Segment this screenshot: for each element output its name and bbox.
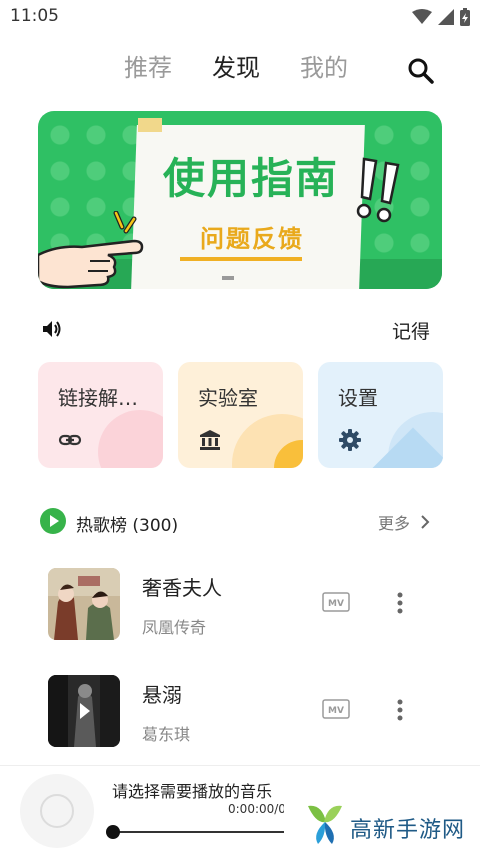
player-time: 0:00:00/0:00:00 <box>228 802 284 816</box>
card-label: 设置 <box>338 386 378 410</box>
watermark: 高新手游网 <box>298 800 474 848</box>
tab-discover[interactable]: 发现 <box>212 48 260 83</box>
notice-text: 记得 <box>392 321 431 343</box>
gear-icon <box>339 429 361 451</box>
guide-banner[interactable]: 使用指南 问题反馈 <box>38 111 442 289</box>
banner-indicator <box>222 276 234 280</box>
banner-subtitle: 问题反馈 <box>200 225 304 253</box>
song-artist: 葛东琪 <box>142 725 191 744</box>
more-link[interactable]: 更多 <box>378 510 430 534</box>
pointing-hand-icon <box>38 239 144 289</box>
hot-list-header: 热歌榜 (300) 更多 <box>0 504 480 538</box>
tab-mine[interactable]: 我的 <box>300 48 348 83</box>
card-label: 链接解… <box>58 386 138 410</box>
watermark-text: 高新手游网 <box>350 818 466 843</box>
mv-icon[interactable]: MV <box>322 592 350 612</box>
song-row[interactable]: 奢香夫人 凤凰传奇 MV <box>0 566 480 646</box>
player-title: 请选择需要播放的音乐 <box>112 782 273 801</box>
more-label: 更多 <box>378 514 411 533</box>
song-artist: 凤凰传奇 <box>142 618 207 637</box>
disc-icon <box>40 794 74 828</box>
battery-charging-icon <box>460 8 470 26</box>
wifi-icon <box>412 9 432 24</box>
hot-list-title: 热歌榜 (300) <box>76 516 179 536</box>
banner-underline <box>180 257 302 261</box>
svg-text:MV: MV <box>328 706 344 716</box>
banner-tape <box>138 118 162 132</box>
signal-icon <box>438 9 454 25</box>
card-label: 实验室 <box>198 386 258 410</box>
exclamation-icon <box>356 157 400 223</box>
lab-card[interactable]: 实验室 <box>178 362 303 468</box>
svg-text:MV: MV <box>328 599 344 609</box>
link-icon <box>58 434 82 446</box>
mv-icon[interactable]: MV <box>322 699 350 719</box>
chevron-right-icon <box>421 515 430 529</box>
bank-icon <box>200 430 220 450</box>
song-title: 悬溺 <box>142 683 182 707</box>
speaker-icon <box>43 321 61 337</box>
album-cover <box>48 675 120 747</box>
status-bar: 11:05 <box>0 0 480 34</box>
link-parse-card[interactable]: 链接解… <box>38 362 163 468</box>
search-icon <box>408 58 434 84</box>
notice-row[interactable]: 记得 <box>0 312 480 346</box>
player-disc[interactable] <box>20 774 94 848</box>
progress-thumb[interactable] <box>106 825 120 839</box>
tab-recommend[interactable]: 推荐 <box>124 48 172 83</box>
watermark-logo <box>308 805 342 844</box>
search-button[interactable] <box>406 56 436 86</box>
status-icons <box>412 8 470 26</box>
play-circle-icon <box>40 508 66 534</box>
album-cover <box>48 568 120 640</box>
progress-track[interactable] <box>112 831 284 833</box>
settings-card[interactable]: 设置 <box>318 362 443 468</box>
more-vert-icon[interactable] <box>390 590 410 616</box>
status-time: 11:05 <box>10 6 59 26</box>
song-title: 奢香夫人 <box>142 576 222 600</box>
card-decoration <box>98 410 163 468</box>
more-vert-icon[interactable] <box>390 697 410 723</box>
banner-title: 使用指南 <box>162 154 339 203</box>
song-row[interactable]: 悬溺 葛东琪 MV <box>0 673 480 753</box>
